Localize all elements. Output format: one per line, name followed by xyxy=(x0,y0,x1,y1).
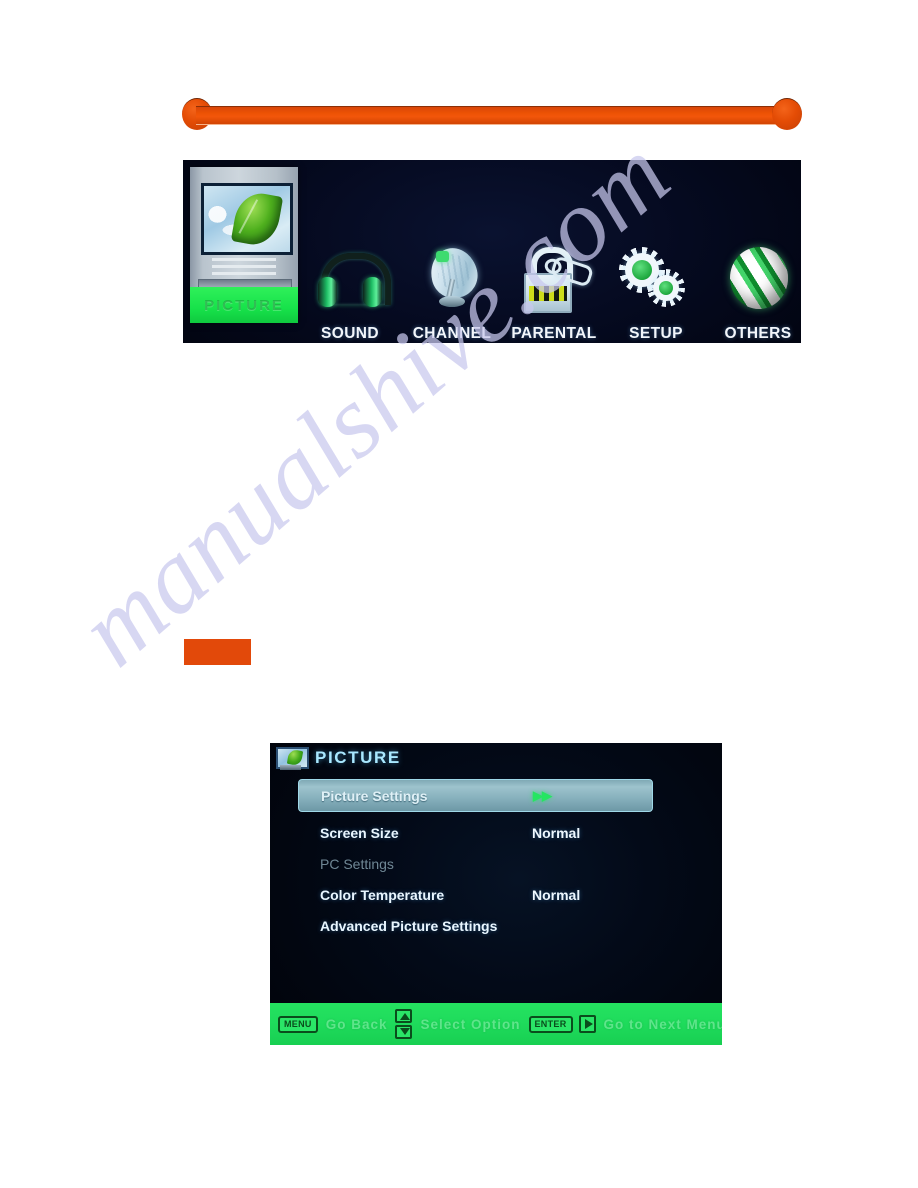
osd-row-label: PC Settings xyxy=(320,855,394,872)
menu-item-picture[interactable]: PICTURE xyxy=(190,167,298,327)
main-menu-items: PICTURE SOUND CHANNEL PARENTAL SETUP OTH… xyxy=(183,160,801,343)
menu-item-sound[interactable]: SOUND xyxy=(300,160,400,343)
orange-section-block xyxy=(184,639,251,665)
tv-main-menu-screenshot: PICTURE SOUND CHANNEL PARENTAL SETUP OTH… xyxy=(183,160,801,343)
picture-label-strip: PICTURE xyxy=(190,287,298,323)
up-down-arrows-icon xyxy=(395,1009,413,1039)
leaf-icon xyxy=(286,749,304,767)
striped-globe-icon xyxy=(721,243,795,317)
osd-row-label: Picture Settings xyxy=(321,787,428,804)
osd-row-label: Screen Size xyxy=(320,824,399,841)
menu-label-parental: PARENTAL xyxy=(511,325,597,342)
osd-row-value: Normal xyxy=(532,886,581,903)
osd-row-picture-settings[interactable]: Picture Settings ▶▶ xyxy=(298,779,653,812)
monitor-screen xyxy=(201,183,293,255)
hint-next-menu-text: Go to Next Menu xyxy=(603,1016,722,1032)
dish-base xyxy=(439,296,465,307)
menu-key-icon: MENU xyxy=(278,1015,318,1033)
osd-monitor-stand xyxy=(280,765,301,770)
headphones-icon xyxy=(313,243,391,317)
padlock-key-icon xyxy=(517,243,595,317)
arrow-down-icon xyxy=(395,1025,413,1039)
enter-key-icon: ENTER xyxy=(528,1015,573,1033)
dish-reflector xyxy=(425,243,483,303)
osd-row-advanced-picture-settings[interactable]: Advanced Picture Settings xyxy=(320,910,680,941)
osd-row-pc-settings: PC Settings xyxy=(320,848,680,879)
gear-small xyxy=(647,269,685,307)
hint-select-option-text: Select Option xyxy=(420,1016,521,1032)
headphone-cup-right xyxy=(363,277,382,307)
menu-item-setup[interactable]: SETUP xyxy=(606,160,706,343)
picture-osd-screenshot: PICTURE Picture Settings ▶▶ Screen Size … xyxy=(270,743,722,1045)
satellite-dish-icon xyxy=(415,243,489,317)
menu-item-channel[interactable]: CHANNEL xyxy=(402,160,502,343)
menu-label-picture: PICTURE xyxy=(204,296,284,314)
menu-item-others[interactable]: OTHERS xyxy=(708,160,801,343)
osd-row-screen-size[interactable]: Screen Size Normal xyxy=(320,817,680,848)
osd-row-value-arrows: ▶▶ xyxy=(533,787,552,803)
monitor-vents xyxy=(212,258,276,275)
arrow-right-icon xyxy=(578,1015,596,1033)
rule-cap-right-icon xyxy=(772,98,802,130)
hint-go-back-text: Go Back xyxy=(325,1016,388,1032)
dish-lnb xyxy=(436,251,449,262)
osd-menu-list: Picture Settings ▶▶ Screen Size Normal P… xyxy=(298,779,680,941)
headphone-cup-left xyxy=(318,277,337,307)
osd-row-color-temperature[interactable]: Color Temperature Normal xyxy=(320,879,680,910)
menu-label-sound: SOUND xyxy=(321,325,379,342)
osd-row-label: Color Temperature xyxy=(320,886,445,903)
arrow-up-icon xyxy=(395,1009,413,1023)
rule-bar xyxy=(196,106,788,125)
globe-sphere xyxy=(730,247,788,309)
osd-row-value: Normal xyxy=(532,824,581,841)
osd-title: PICTURE xyxy=(315,748,401,767)
gears-icon xyxy=(619,243,693,317)
menu-label-channel: CHANNEL xyxy=(412,325,492,342)
menu-label-others: OTHERS xyxy=(724,325,792,342)
menu-label-setup: SETUP xyxy=(629,325,683,342)
orange-divider-rule xyxy=(182,98,802,130)
menu-item-parental[interactable]: PARENTAL xyxy=(504,160,604,343)
osd-header: PICTURE xyxy=(270,743,722,773)
osd-row-label: Advanced Picture Settings xyxy=(320,917,498,934)
picture-monitor-leaf-icon: PICTURE xyxy=(190,167,298,323)
osd-hint-bar: MENU Go Back Select Option ENTER Go to N… xyxy=(270,1003,722,1045)
picture-monitor-leaf-icon xyxy=(274,745,309,771)
